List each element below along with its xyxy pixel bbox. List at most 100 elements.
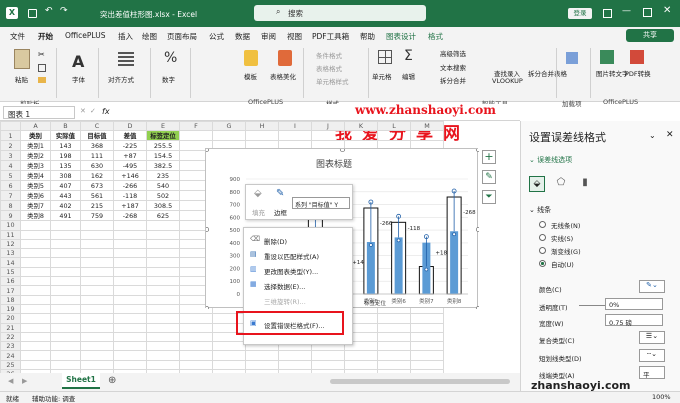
cell[interactable] [245, 359, 279, 371]
cell[interactable] [113, 285, 147, 296]
cancel-formula-icon[interactable]: ✕ [80, 107, 86, 115]
cell[interactable] [20, 313, 51, 324]
cell[interactable]: -268 [113, 210, 147, 222]
row-header[interactable]: 4 [0, 160, 21, 172]
add-sheet-icon[interactable]: ⊕ [108, 375, 116, 386]
split-table-label[interactable]: 拆分合并表格 [528, 68, 567, 78]
status-accessibility[interactable]: 辅助功能: 调查 [32, 393, 75, 403]
cell[interactable]: 759 [80, 210, 114, 222]
ctx-reset-style[interactable]: 重设以匹配样式(A) [264, 251, 319, 261]
cell[interactable] [146, 238, 180, 250]
cell[interactable] [20, 248, 51, 259]
cell[interactable] [80, 229, 114, 240]
text-search-item[interactable]: 文本搜索 [440, 62, 466, 72]
font-icon[interactable]: A [72, 52, 86, 71]
close-icon[interactable]: ✕ [663, 5, 671, 16]
row-header[interactable]: 5 [0, 170, 21, 182]
cell[interactable] [377, 331, 411, 343]
cell[interactable] [179, 322, 213, 333]
search-box[interactable]: ⌕ 搜索 [254, 5, 426, 21]
cell[interactable] [377, 313, 411, 324]
cell[interactable] [50, 257, 81, 268]
cap-dropdown[interactable]: 平 [639, 366, 665, 379]
cell[interactable] [80, 331, 114, 343]
series-dropdown[interactable]: 系列 "目标值" Y [292, 197, 350, 209]
cell[interactable] [410, 130, 444, 142]
cell[interactable] [80, 303, 114, 315]
cell[interactable] [113, 313, 147, 324]
cell[interactable]: 443 [50, 190, 81, 202]
column-header[interactable]: A [20, 121, 51, 132]
row-header[interactable]: 2 [0, 140, 21, 152]
cell[interactable]: +146 [113, 170, 147, 182]
cell[interactable] [80, 294, 114, 305]
cell[interactable] [113, 331, 147, 343]
cell[interactable] [377, 130, 411, 142]
cell[interactable] [212, 359, 246, 371]
cell[interactable] [179, 350, 213, 361]
paste-icon[interactable] [14, 49, 30, 69]
row-header[interactable]: 11 [0, 229, 21, 240]
menu-help[interactable]: 帮助 [360, 31, 375, 42]
chart-resize-handle[interactable] [339, 149, 346, 153]
cell[interactable] [146, 266, 180, 278]
panel-close-icon[interactable]: ✕ [666, 130, 674, 140]
menu-home[interactable]: 开始 [38, 31, 53, 46]
cell[interactable] [212, 130, 246, 142]
row-header[interactable]: 20 [0, 313, 21, 324]
cell[interactable] [113, 341, 147, 352]
sigma-icon[interactable]: Σ [404, 48, 418, 64]
row-header[interactable]: 25 [0, 359, 21, 371]
menu-page-layout[interactable]: 页面布局 [167, 31, 197, 42]
login-button[interactable]: 登录 [568, 8, 592, 19]
cell[interactable] [113, 350, 147, 361]
effects-tab-icon[interactable]: ⬠ [553, 176, 569, 192]
cell[interactable] [113, 276, 147, 287]
cell[interactable]: 491 [50, 210, 81, 222]
cut-icon[interactable]: ✂ [38, 50, 45, 59]
addins-icon[interactable] [566, 52, 578, 64]
row-header[interactable]: 24 [0, 350, 21, 361]
cell[interactable] [311, 359, 345, 371]
menu-officeplus[interactable]: OfficePLUS [65, 31, 105, 40]
cell[interactable] [80, 359, 114, 371]
confirm-formula-icon[interactable]: ✓ [90, 107, 96, 115]
cell[interactable] [146, 220, 180, 231]
panel-options-icon[interactable]: ⌄ [649, 131, 656, 140]
cell[interactable] [20, 238, 51, 250]
minimize-icon[interactable]: — [622, 6, 631, 16]
cell[interactable] [311, 350, 345, 361]
series-options-tab-icon[interactable]: ▮ [577, 176, 593, 192]
cell[interactable] [20, 229, 51, 240]
cell[interactable] [50, 359, 81, 371]
cell[interactable] [179, 313, 213, 324]
menu-format[interactable]: 格式 [428, 31, 443, 42]
row-header[interactable]: 14 [0, 257, 21, 268]
cell[interactable] [20, 303, 51, 315]
cell[interactable]: 308.5 [146, 200, 180, 212]
row-header[interactable]: 21 [0, 322, 21, 333]
split-merge-item[interactable]: 拆分合并 [440, 75, 466, 85]
cells-icon[interactable] [378, 50, 392, 64]
cell[interactable] [146, 248, 180, 259]
cell[interactable]: 143 [50, 140, 81, 152]
cell[interactable]: 实际值 [50, 130, 81, 142]
column-header[interactable]: I [278, 121, 312, 132]
cell[interactable]: 类别2 [20, 150, 51, 162]
sheet-tab-sheet1[interactable]: Sheet1 [62, 373, 100, 389]
cell[interactable] [146, 350, 180, 361]
column-header[interactable]: H [245, 121, 279, 132]
select-all-corner[interactable] [0, 121, 21, 132]
fill-icon[interactable]: ⬙ [254, 188, 266, 200]
cell[interactable] [113, 248, 147, 259]
cell[interactable] [20, 331, 51, 343]
cell[interactable] [113, 220, 147, 231]
cell[interactable]: -266 [113, 180, 147, 192]
horizontal-scrollbar[interactable] [330, 379, 510, 384]
cell[interactable] [50, 313, 81, 324]
cell[interactable]: 类别8 [20, 210, 51, 222]
cell[interactable] [113, 359, 147, 371]
redo-icon[interactable]: ↷ [60, 6, 68, 16]
column-header[interactable]: D [113, 121, 147, 132]
cell[interactable] [80, 238, 114, 250]
